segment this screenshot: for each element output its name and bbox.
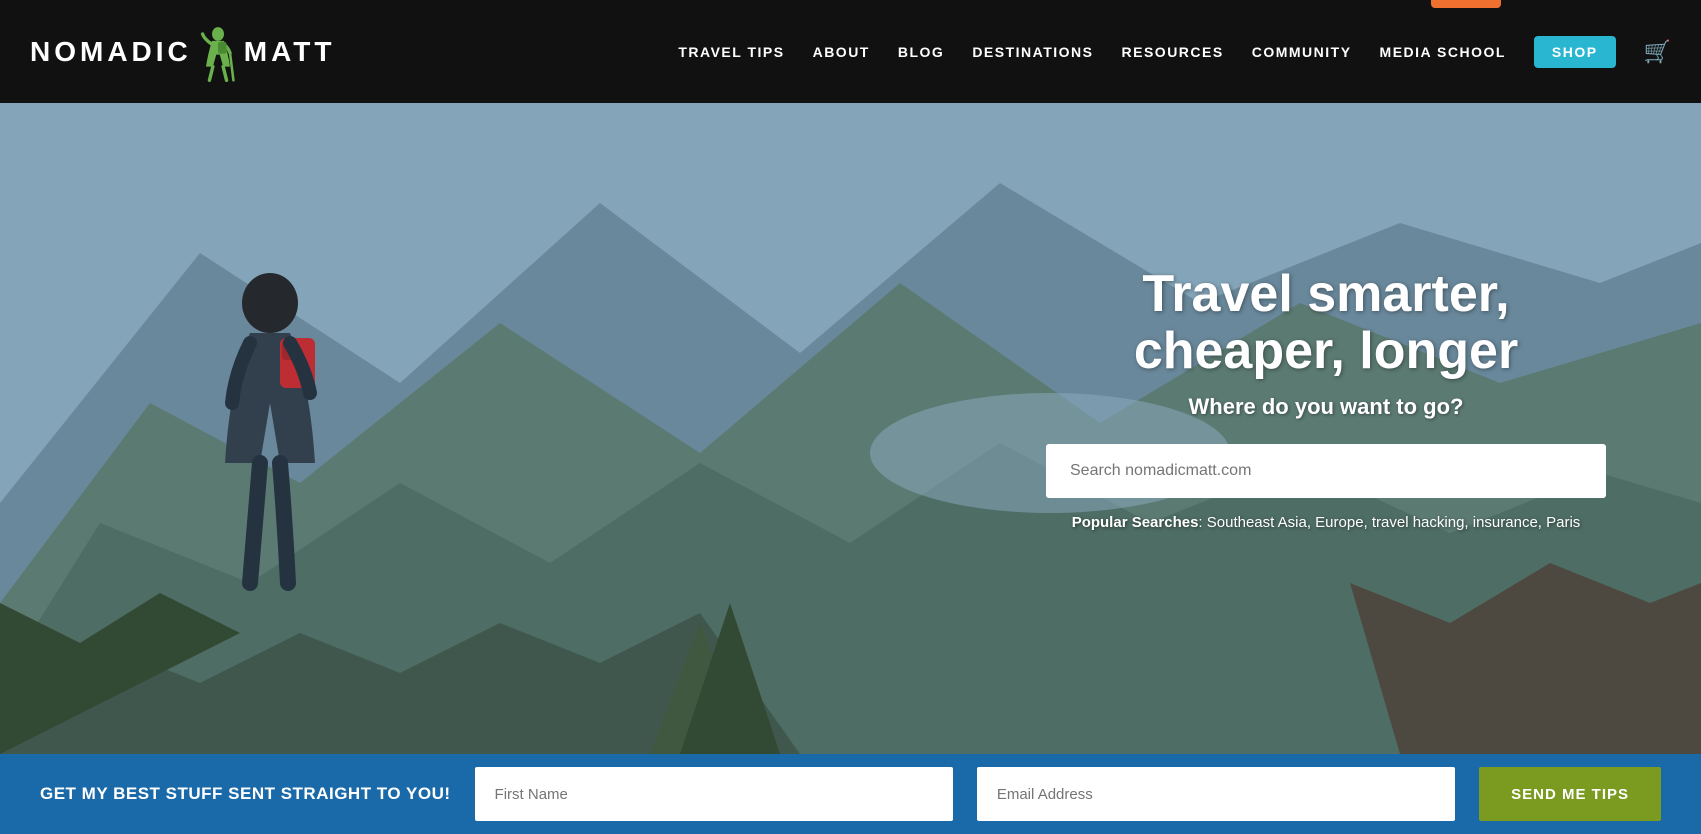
popular-label: Popular Searches (1072, 514, 1199, 531)
hero-content: Travel smarter, cheaper, longer Where do… (1031, 266, 1621, 531)
header: NoMADIC MATT TRAVEL TIPS ABOUT BLOG DEST… (0, 0, 1701, 103)
logo-area[interactable]: NoMADIC MATT (30, 22, 335, 82)
popular-items: : Southeast Asia, Europe, travel hacking… (1198, 514, 1580, 531)
logo-matt: MATT (244, 36, 336, 68)
nav-destinations[interactable]: DESTINATIONS (972, 44, 1093, 60)
hero-subtitle: Where do you want to go? (1031, 394, 1621, 420)
orange-accent-bar (1431, 0, 1501, 8)
shop-button[interactable]: SHOP (1534, 36, 1616, 68)
hiker-logo-icon (196, 22, 240, 82)
nav-resources[interactable]: RESOURCES (1122, 44, 1224, 60)
nav-travel-tips[interactable]: TRAVEL TIPS (678, 44, 784, 60)
nav-blog[interactable]: BLOG (898, 44, 944, 60)
nav-media-school[interactable]: MEDIA SCHOOL (1380, 44, 1506, 60)
logo-nomadic: NoMADIC (30, 36, 192, 68)
main-nav: TRAVEL TIPS ABOUT BLOG DESTINATIONS RESO… (678, 36, 1671, 68)
bottom-bar: GET MY BEST STUFF SENT STRAIGHT TO YOU! … (0, 754, 1701, 834)
email-input[interactable] (977, 767, 1455, 821)
send-tips-button[interactable]: SEND ME TIPS (1479, 767, 1661, 821)
popular-searches: Popular Searches: Southeast Asia, Europe… (1031, 514, 1621, 531)
search-input[interactable] (1046, 444, 1606, 498)
hero-title: Travel smarter, cheaper, longer (1031, 266, 1621, 380)
cta-text: GET MY BEST STUFF SENT STRAIGHT TO YOU! (40, 783, 451, 805)
first-name-input[interactable] (475, 767, 953, 821)
hero-section: Travel smarter, cheaper, longer Where do… (0, 103, 1701, 754)
nav-about[interactable]: ABOUT (813, 44, 870, 60)
nav-community[interactable]: COMMUNITY (1252, 44, 1352, 60)
cart-icon[interactable]: 🛒 (1644, 39, 1671, 65)
